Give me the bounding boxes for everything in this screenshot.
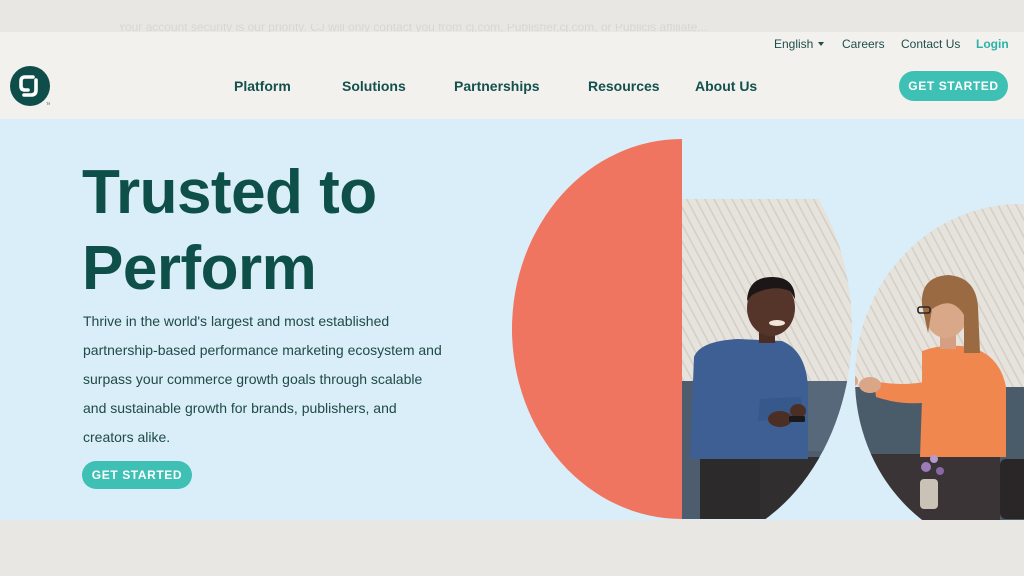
cj-logo[interactable]: TM xyxy=(10,66,50,106)
careers-link[interactable]: Careers xyxy=(842,37,885,51)
main-navigation: TM Platform Solutions Partnerships Resou… xyxy=(0,57,1024,119)
browser-frame: Your account security is our priority. C… xyxy=(0,0,1024,576)
utility-bar: English Careers Contact Us Login xyxy=(0,32,1024,58)
nav-platform[interactable]: Platform xyxy=(234,78,291,94)
chevron-down-icon xyxy=(818,42,825,46)
nav-solutions[interactable]: Solutions xyxy=(342,78,406,94)
svg-text:TM: TM xyxy=(46,101,50,106)
nav-resources[interactable]: Resources xyxy=(588,78,660,94)
hero-title-line-2: Perform xyxy=(82,234,317,303)
page-bottom-margin xyxy=(0,520,1024,576)
nav-partnerships[interactable]: Partnerships xyxy=(454,78,540,94)
get-started-button-header[interactable]: GET STARTED xyxy=(899,71,1008,101)
hero-title-line-1: Trusted to xyxy=(82,158,377,227)
contact-us-link[interactable]: Contact Us xyxy=(901,37,960,51)
photo-man-on-sofa xyxy=(682,199,852,519)
language-label: English xyxy=(774,37,814,51)
photo-woman-talking xyxy=(855,204,1024,520)
hero-title: Trusted to Perform xyxy=(82,155,502,307)
login-link[interactable]: Login xyxy=(976,37,1009,51)
get-started-button-hero[interactable]: GET STARTED xyxy=(82,461,192,489)
hero-section: Trusted to Perform Thrive in the world's… xyxy=(0,119,1024,520)
nav-about-us[interactable]: About Us xyxy=(695,78,757,94)
hero-description: Thrive in the world's largest and most e… xyxy=(83,313,442,445)
cj-logo-mark-icon: TM xyxy=(19,75,50,106)
language-selector[interactable]: English xyxy=(774,37,825,51)
